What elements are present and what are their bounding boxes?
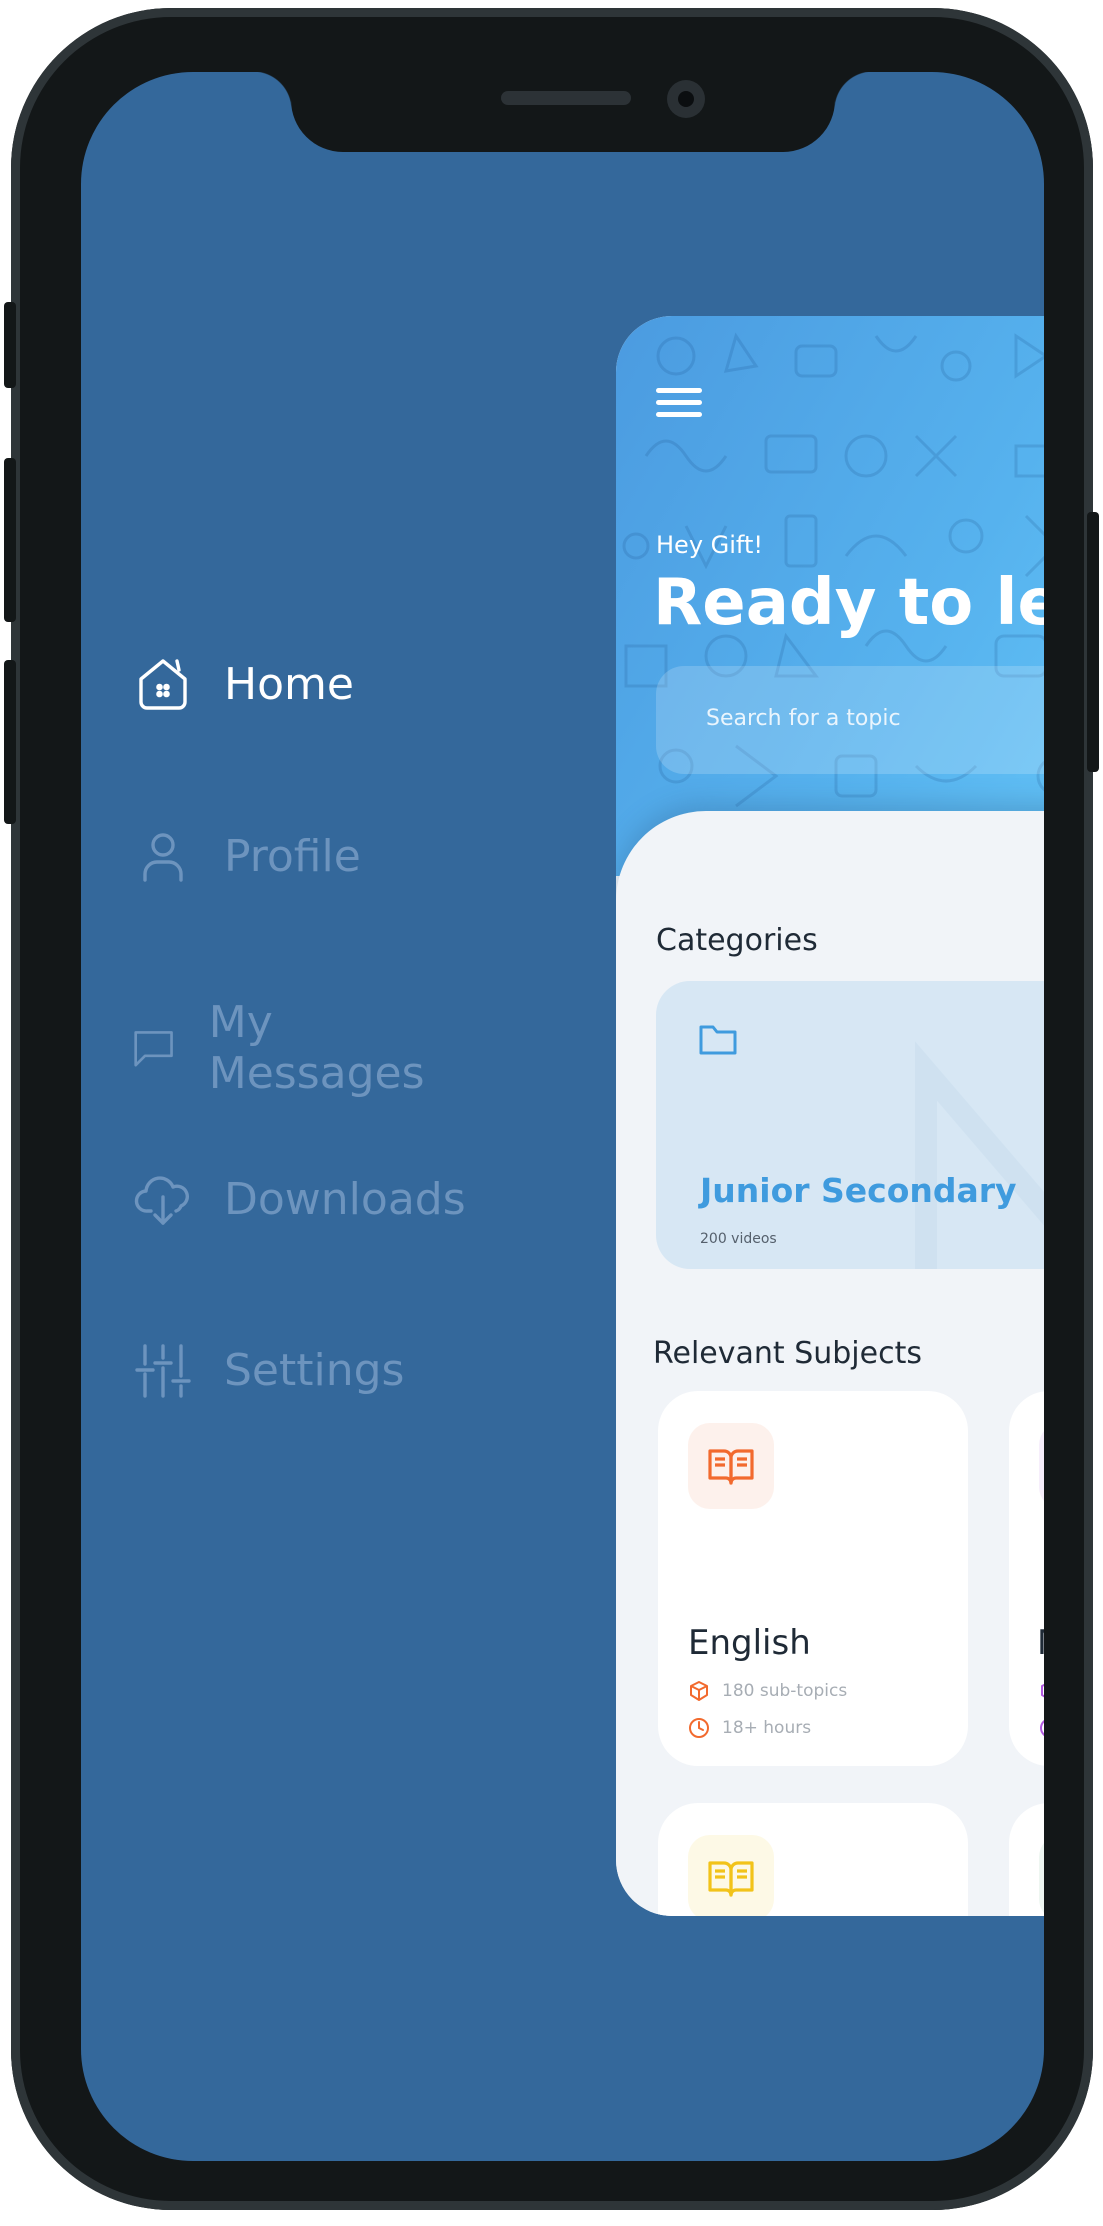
search-input[interactable]: Search for a topic — [656, 666, 1044, 774]
volume-up-button — [4, 458, 16, 622]
category-card[interactable]: Junior Secondary 200 videos — [656, 981, 1044, 1269]
subject-card-4[interactable] — [1009, 1803, 1044, 1916]
home-screen-card: Hey Gift! Ready to lear Search for a top… — [616, 316, 1044, 1916]
clock-icon — [689, 1718, 709, 1738]
volume-down-button — [4, 660, 16, 824]
menu-label-profile: Profile — [224, 830, 361, 882]
menu-item-messages[interactable]: My Messages — [131, 997, 438, 1099]
home-icon — [139, 659, 187, 710]
clock-icon — [1040, 1720, 1044, 1736]
subject-card-english[interactable]: English 180 sub-topics 18+ hours — [658, 1391, 968, 1766]
hero-header: Hey Gift! Ready to lear Search for a top… — [616, 316, 1044, 876]
subject-name: M — [1037, 1623, 1044, 1663]
menu-label-settings: Settings — [224, 1344, 405, 1396]
menu-item-downloads[interactable]: Downloads — [133, 1169, 466, 1229]
hours-meta: 18+ hours — [688, 1717, 811, 1739]
subtopics-count: 180 sub-topics — [722, 1681, 848, 1701]
menu-label-downloads: Downloads — [224, 1173, 466, 1225]
subject-name: English — [688, 1623, 811, 1663]
cube-icon — [1041, 1683, 1044, 1698]
category-count: 200 videos — [700, 1231, 777, 1247]
subject-icon-bg — [688, 1835, 774, 1916]
content-area: Categories Junior Secondary 200 videos R… — [616, 811, 1044, 1916]
sliders-icon — [135, 1344, 191, 1398]
menu-item-profile[interactable]: Profile — [133, 826, 361, 886]
subject-icon-bg — [688, 1423, 774, 1509]
message-icon — [134, 1031, 173, 1067]
cloud-download-icon — [134, 1176, 189, 1225]
book-icon — [708, 1449, 754, 1485]
headline: Ready to lear — [653, 566, 1044, 640]
phone-screen: Home Profile My Messages Downloads Setti… — [81, 72, 1044, 2161]
subject-icon-bg — [1039, 1423, 1044, 1509]
subject-card-2[interactable]: M — [1009, 1391, 1044, 1766]
user-icon — [143, 833, 183, 882]
menu-item-home[interactable]: Home — [133, 654, 354, 714]
mute-switch — [4, 302, 16, 388]
front-camera — [667, 80, 705, 118]
book-icon — [708, 1861, 754, 1897]
menu-item-settings[interactable]: Settings — [133, 1340, 404, 1400]
power-button — [1087, 512, 1099, 772]
folder-icon — [699, 1025, 737, 1055]
subject-card-3[interactable] — [658, 1803, 968, 1916]
phone-notch — [253, 72, 873, 152]
category-name: Junior Secondary — [700, 1171, 1017, 1210]
subtopics-meta: 180 sub-topics — [688, 1680, 847, 1702]
subject-icon-bg — [1039, 1835, 1044, 1916]
hamburger-menu-icon[interactable] — [656, 388, 702, 418]
speaker-grille — [501, 91, 631, 105]
triangle-ruler-decoration — [915, 1041, 1044, 1269]
menu-label-messages: My Messages — [208, 997, 425, 1099]
greeting-text: Hey Gift! — [656, 531, 763, 559]
search-placeholder: Search for a topic — [706, 706, 901, 731]
menu-label-home: Home — [224, 658, 354, 710]
categories-title: Categories — [656, 923, 818, 958]
subtopics-meta — [1039, 1680, 1044, 1702]
hours-count: 18+ hours — [722, 1718, 812, 1738]
phone-frame: Home Profile My Messages Downloads Setti… — [11, 8, 1093, 2210]
cube-icon — [690, 1681, 708, 1701]
hours-meta — [1039, 1717, 1044, 1739]
subjects-title: Relevant Subjects — [653, 1336, 922, 1371]
